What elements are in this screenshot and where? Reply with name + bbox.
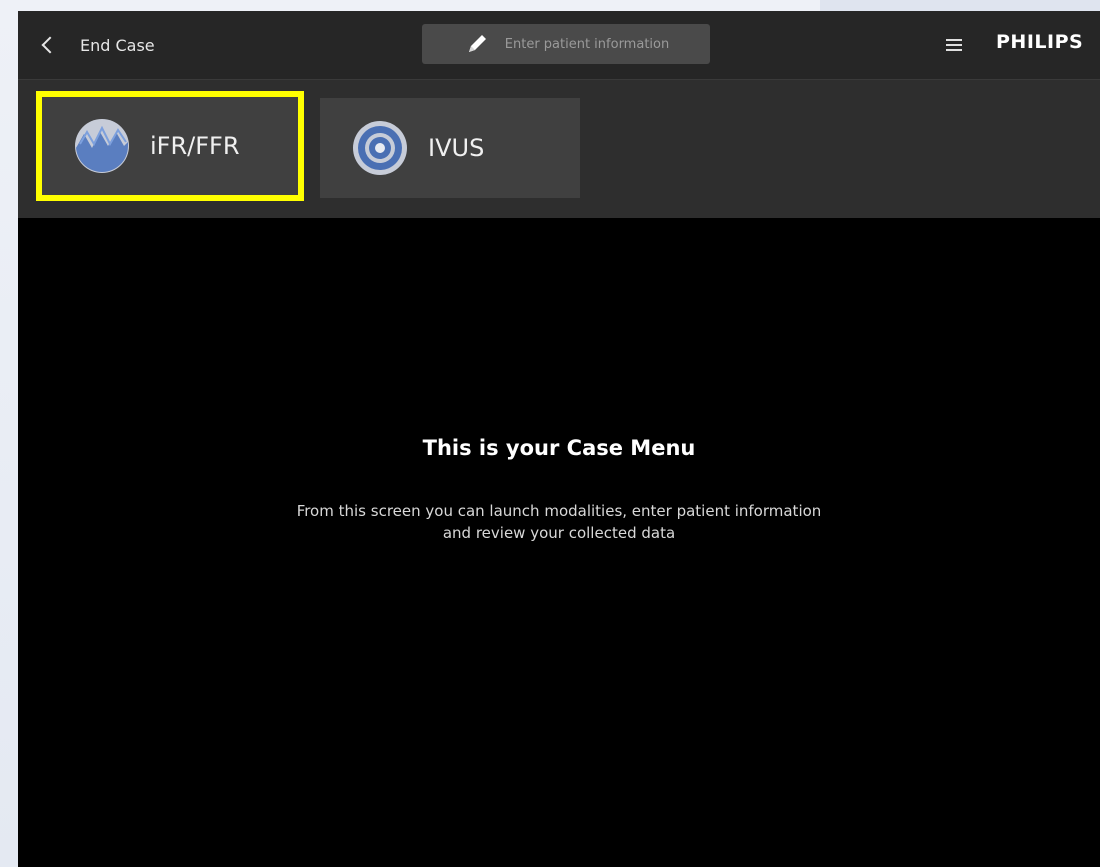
enter-patient-info-label: Enter patient information (504, 36, 670, 52)
ifr-ffr-icon (75, 119, 129, 173)
description-line-1: From this screen you can launch modaliti… (296, 502, 822, 520)
end-case-button[interactable]: End Case (38, 31, 155, 59)
modality-tile-ifr-ffr[interactable]: iFR/FFR (42, 97, 298, 195)
end-case-label: End Case (80, 35, 155, 55)
modality-bar: iFR/FFR IVUS (18, 80, 1100, 218)
top-header: End Case Enter patient information PHILI… (18, 11, 1100, 80)
page-description: From this screen you can launch modaliti… (209, 500, 909, 544)
page-title: This is your Case Menu (422, 436, 696, 460)
case-menu-screen: End Case Enter patient information PHILI… (18, 11, 1100, 867)
main-content: This is your Case Menu From this screen … (18, 218, 1100, 867)
hamburger-menu-icon[interactable] (946, 39, 962, 51)
pencil-icon (468, 35, 486, 52)
description-line-2: and review your collected data (442, 524, 676, 542)
chevron-left-icon (41, 36, 59, 54)
modality-tile-ivus[interactable]: IVUS (320, 98, 580, 198)
brand-logo: PHILIPS (996, 31, 1084, 53)
modality-label-ifr-ffr: iFR/FFR (150, 132, 240, 160)
modality-label-ivus: IVUS (428, 134, 485, 162)
ivus-icon (353, 121, 407, 175)
enter-patient-info-button[interactable]: Enter patient information (422, 24, 710, 64)
